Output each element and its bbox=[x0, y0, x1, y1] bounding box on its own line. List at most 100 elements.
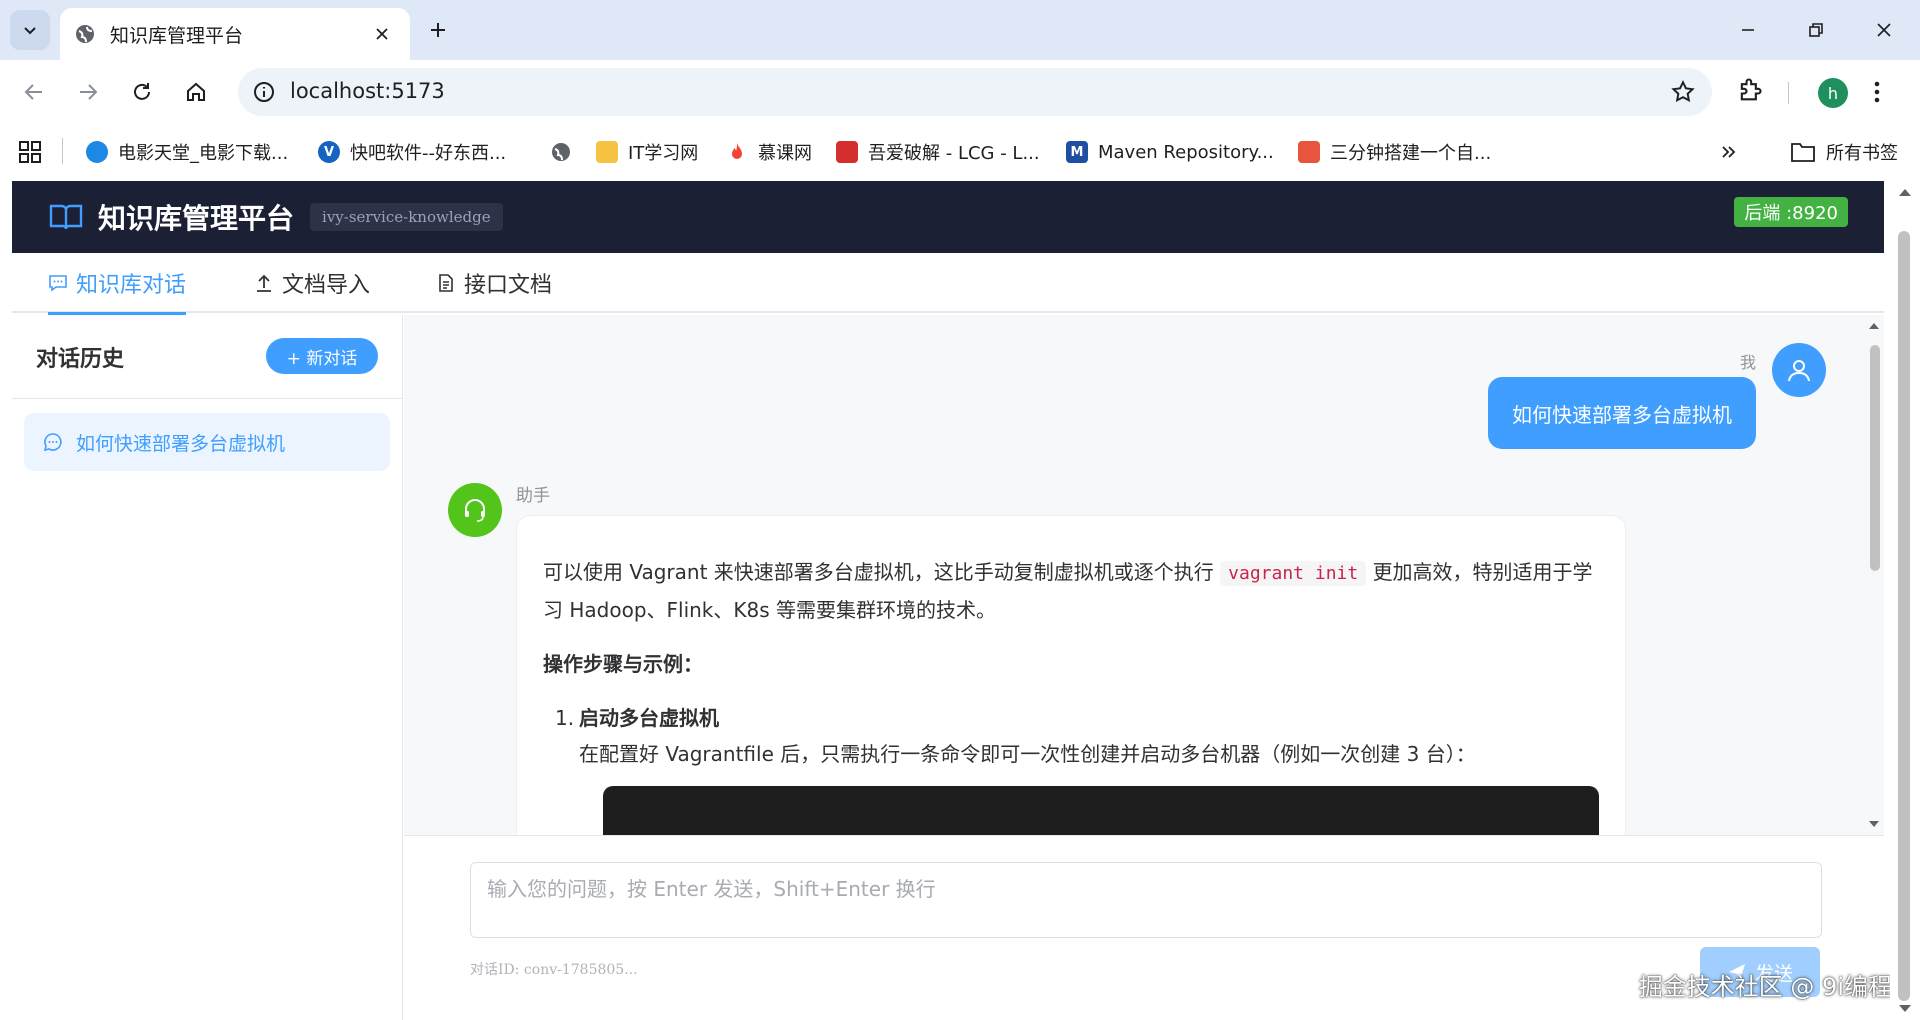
tab-knowledge-chat[interactable]: 知识库对话 bbox=[48, 253, 187, 315]
restore-button[interactable] bbox=[1788, 8, 1844, 52]
url-text[interactable]: localhost:5173 bbox=[290, 79, 445, 103]
toolbar-divider bbox=[1788, 82, 1789, 104]
user-avatar bbox=[1772, 343, 1826, 397]
kuaiba-icon: V bbox=[318, 141, 340, 163]
headset-icon bbox=[465, 499, 485, 522]
book-icon bbox=[49, 204, 83, 230]
service-tag: ivy-service-knowledge bbox=[310, 203, 503, 231]
puzzle-icon bbox=[1740, 78, 1762, 101]
bookmark-star-icon[interactable] bbox=[1670, 79, 1696, 105]
question-input[interactable] bbox=[470, 862, 1822, 938]
page-scroll-up-icon[interactable] bbox=[1890, 185, 1920, 201]
bookmark-kuaiba[interactable]: V 快吧软件--好东西... bbox=[318, 138, 506, 166]
address-bar[interactable]: localhost:5173 bbox=[238, 68, 1712, 116]
it-study-icon bbox=[596, 141, 618, 163]
assistant-avatar bbox=[448, 483, 502, 537]
chat-scrollbar[interactable] bbox=[1864, 315, 1884, 835]
bookmark-jianshu[interactable]: 三分钟搭建一个自... bbox=[1298, 138, 1491, 166]
conversation-sidebar: 对话历史 + 新对话 如何快速部署多台虚拟机 bbox=[12, 315, 403, 1020]
conversation-id: 对话ID: conv-1785805... bbox=[470, 962, 638, 978]
page-scrollbar[interactable] bbox=[1890, 181, 1920, 1020]
browser-menu-button[interactable] bbox=[1872, 78, 1882, 106]
reload-button[interactable] bbox=[124, 74, 160, 110]
inline-code: vagrant init bbox=[1220, 561, 1367, 586]
restore-icon bbox=[1809, 23, 1823, 37]
new-tab-button[interactable] bbox=[420, 12, 456, 48]
profile-avatar[interactable]: h bbox=[1818, 78, 1848, 108]
page-scrollbar-thumb[interactable] bbox=[1898, 231, 1910, 1001]
arrow-right-icon bbox=[80, 84, 98, 100]
conversation-item[interactable]: 如何快速部署多台虚拟机 bbox=[24, 413, 390, 471]
kebab-menu-icon bbox=[1874, 81, 1880, 103]
user-message-bubble: 如何快速部署多台虚拟机 bbox=[1488, 377, 1756, 449]
chat-scrollbar-thumb[interactable] bbox=[1870, 345, 1880, 571]
tab-search-button[interactable] bbox=[10, 10, 50, 50]
site-info-icon[interactable] bbox=[252, 80, 276, 104]
bookmark-maven[interactable]: M Maven Repository... bbox=[1066, 138, 1274, 166]
tab-close-icon[interactable] bbox=[368, 20, 396, 48]
user-label: 我 bbox=[1739, 353, 1756, 372]
document-icon bbox=[439, 274, 453, 292]
tab-label: 知识库对话 bbox=[76, 273, 187, 298]
scroll-up-arrow-icon[interactable] bbox=[1864, 319, 1884, 333]
folder-icon bbox=[1791, 143, 1815, 162]
52pojie-icon bbox=[836, 141, 858, 163]
forward-button[interactable] bbox=[70, 74, 106, 110]
chat-messages[interactable]: 我 如何快速部署多台虚拟机 助手 可以使用 Vagrant 来快速部署多台虚拟机… bbox=[404, 315, 1884, 835]
close-icon bbox=[1877, 23, 1891, 37]
bookmark-label: Maven Repository... bbox=[1098, 141, 1274, 163]
step-number: 1. bbox=[555, 706, 575, 730]
intro-text: 可以使用 Vagrant 来快速部署多台虚拟机，这比手动复制虚拟机或逐个执行 bbox=[543, 560, 1214, 584]
more-bookmarks-button[interactable] bbox=[1720, 138, 1738, 166]
browser-toolbar: localhost:5173 h bbox=[0, 60, 1920, 124]
all-bookmarks-label: 所有书签 bbox=[1826, 143, 1898, 164]
bookmark-label: IT学习网 bbox=[628, 143, 699, 164]
double-chevron-right-icon bbox=[1722, 146, 1736, 158]
bookmark-movie-heaven[interactable]: 电影天堂_电影下载... bbox=[86, 138, 288, 166]
chat-icon bbox=[49, 275, 67, 292]
tab-api-docs[interactable]: 接口文档 bbox=[436, 253, 552, 313]
close-window-button[interactable] bbox=[1856, 8, 1912, 52]
backend-status-badge: 后端 :8920 bbox=[1734, 197, 1848, 227]
extensions-button[interactable] bbox=[1736, 76, 1764, 104]
main-nav-tabs: 知识库对话 文档导入 接口文档 bbox=[12, 253, 1884, 315]
bookmark-imooc[interactable]: 慕课网 bbox=[726, 138, 812, 166]
browser-tab-title: 知识库管理平台 bbox=[110, 24, 244, 47]
scroll-down-arrow-icon[interactable] bbox=[1864, 817, 1884, 831]
step-item: 1. 启动多台虚拟机 在配置好 Vagrantfile 后，只需执行一条命令即可… bbox=[543, 700, 1599, 772]
bookmarks-bar: 电影天堂_电影下载... V 快吧软件--好东西... IT学习网 慕课网 吾爱… bbox=[0, 124, 1920, 181]
back-button[interactable] bbox=[16, 74, 52, 110]
page-scroll-down-icon[interactable] bbox=[1890, 1000, 1920, 1016]
globe-icon bbox=[552, 143, 570, 161]
browser-tab-active[interactable]: 知识库管理平台 bbox=[60, 8, 410, 60]
bookmark-globe[interactable] bbox=[550, 138, 572, 166]
all-bookmarks-button[interactable]: 所有书签 bbox=[1790, 138, 1898, 166]
code-block bbox=[603, 786, 1599, 835]
new-chat-button[interactable]: + 新对话 bbox=[266, 338, 378, 374]
minimize-icon bbox=[1742, 29, 1754, 31]
browser-chrome: 知识库管理平台 localhost:5173 h 电影天堂_电影下载... V … bbox=[0, 0, 1920, 181]
home-button[interactable] bbox=[178, 74, 214, 110]
sidebar-header: 对话历史 + 新对话 bbox=[12, 315, 403, 399]
imooc-flame-icon bbox=[732, 143, 742, 159]
arrow-left-icon bbox=[24, 84, 42, 100]
bookmark-52pojie[interactable]: 吾爱破解 - LCG - L... bbox=[836, 138, 1040, 166]
home-icon bbox=[187, 82, 205, 101]
step-text: 在配置好 Vagrantfile 后，只需执行一条命令即可一次性创建并启动多台机… bbox=[579, 742, 1476, 766]
steps-heading: 操作步骤与示例： bbox=[543, 652, 703, 676]
bookmark-it-study[interactable]: IT学习网 bbox=[596, 138, 698, 166]
tab-label: 接口文档 bbox=[464, 273, 553, 298]
tab-label: 文档导入 bbox=[282, 273, 371, 298]
watermark: 掘金技术社区 @ 9i编程 bbox=[1638, 973, 1892, 1001]
bookmark-label: 慕课网 bbox=[758, 143, 812, 164]
tab-document-import[interactable]: 文档导入 bbox=[254, 253, 370, 313]
assistant-label: 助手 bbox=[516, 486, 550, 506]
web-page: 知识库管理平台 ivy-service-knowledge 后端 :8920 知… bbox=[0, 181, 1920, 1020]
upload-icon bbox=[257, 274, 271, 292]
minimize-button[interactable] bbox=[1720, 8, 1776, 52]
conversation-title: 如何快速部署多台虚拟机 bbox=[76, 432, 286, 455]
jianshu-icon bbox=[1298, 141, 1320, 163]
apps-button[interactable] bbox=[18, 138, 42, 166]
tab-strip: 知识库管理平台 bbox=[0, 0, 1920, 60]
user-icon bbox=[1788, 360, 1810, 382]
